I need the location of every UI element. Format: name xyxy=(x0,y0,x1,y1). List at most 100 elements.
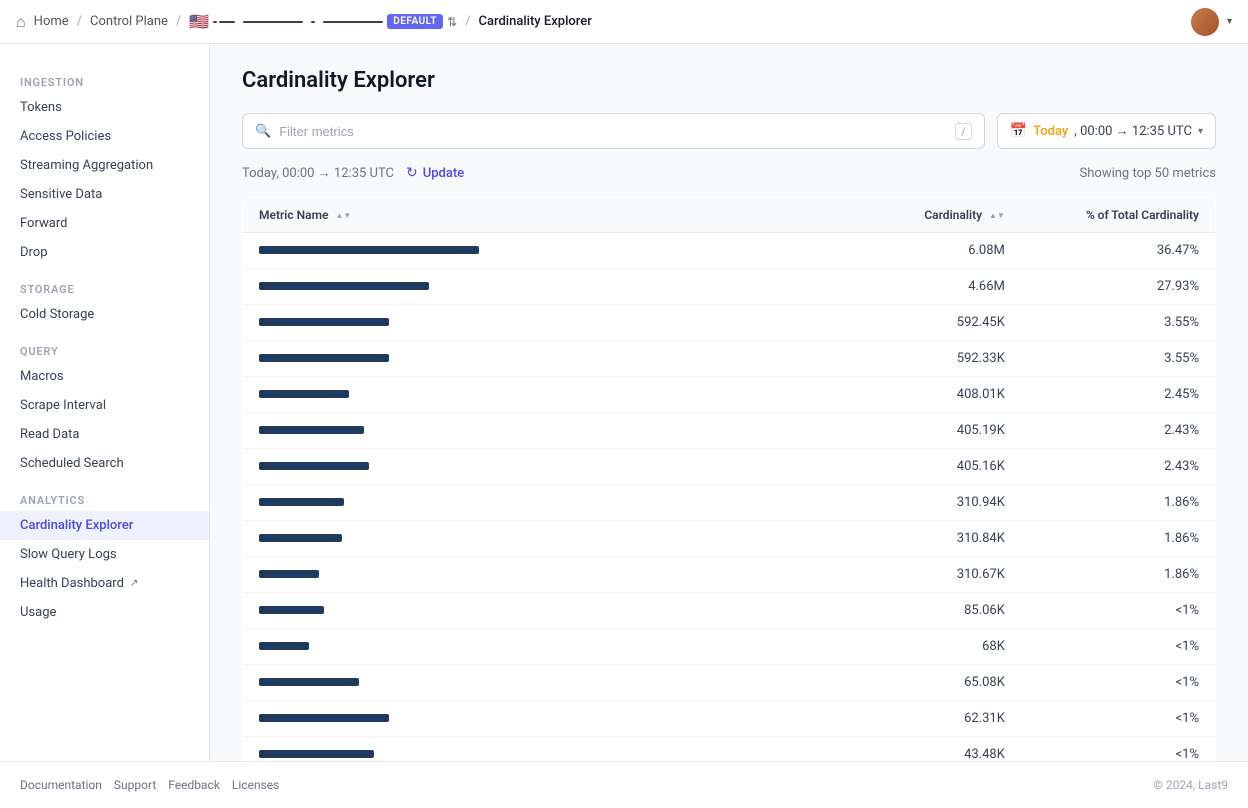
table-row[interactable]: 310.84K1.86% xyxy=(243,521,1216,557)
sidebar-item-read-data[interactable]: Read Data xyxy=(0,420,209,449)
cardinality-cell: 4.66M xyxy=(778,269,1021,305)
table-row[interactable]: 62.31K<1% xyxy=(243,701,1216,737)
footer-feedback[interactable]: Feedback xyxy=(168,778,220,792)
date-range-text: , 00:00 → 12:35 UTC xyxy=(1074,123,1192,139)
cardinality-cell: 592.33K xyxy=(778,341,1021,377)
pct-cell: <1% xyxy=(1021,593,1216,629)
sort-icon-cardinality[interactable]: ▲▼ xyxy=(989,212,1005,220)
metric-bar xyxy=(259,606,324,614)
metric-name-cell xyxy=(243,233,778,269)
col-metric-name[interactable]: Metric Name ▲▼ xyxy=(243,198,778,233)
update-label: Update xyxy=(423,166,464,181)
col-cardinality[interactable]: Cardinality ▲▼ xyxy=(778,198,1021,233)
sidebar-item-slow-query-logs[interactable]: Slow Query Logs xyxy=(0,540,209,569)
table-row[interactable]: 310.67K1.86% xyxy=(243,557,1216,593)
page-title: Cardinality Explorer xyxy=(242,68,1216,93)
home-label[interactable]: Home xyxy=(34,14,69,29)
page-title-breadcrumb: Cardinality Explorer xyxy=(479,14,592,29)
metric-name-cell xyxy=(243,665,778,701)
sidebar-item-usage[interactable]: Usage xyxy=(0,598,209,627)
pct-cell: 3.55% xyxy=(1021,341,1216,377)
user-menu-chevron[interactable]: ▾ xyxy=(1227,16,1232,27)
sidebar-item-drop[interactable]: Drop xyxy=(0,238,209,267)
pct-cell: <1% xyxy=(1021,701,1216,737)
env-chevron[interactable]: ⇅ xyxy=(447,15,457,29)
sidebar-item-tokens[interactable]: Tokens xyxy=(0,93,209,122)
sidebar-item-forward[interactable]: Forward xyxy=(0,209,209,238)
sidebar-item-access-policies[interactable]: Access Policies xyxy=(0,122,209,151)
footer-licenses[interactable]: Licenses xyxy=(232,778,279,792)
table-row[interactable]: 68K<1% xyxy=(243,629,1216,665)
sidebar-item-scheduled-search[interactable]: Scheduled Search xyxy=(0,449,209,478)
topnav-right: ▾ xyxy=(1191,8,1232,36)
pct-cell: 2.43% xyxy=(1021,449,1216,485)
metric-name-cell xyxy=(243,485,778,521)
metric-bar xyxy=(259,282,429,290)
table-row[interactable]: 310.94K1.86% xyxy=(243,485,1216,521)
sidebar-item-sensitive-data[interactable]: Sensitive Data xyxy=(0,180,209,209)
sidebar-item-scrape-interval[interactable]: Scrape Interval xyxy=(0,391,209,420)
pct-cell: 2.45% xyxy=(1021,377,1216,413)
metric-name-cell xyxy=(243,593,778,629)
update-button[interactable]: ↻ Update xyxy=(406,165,464,181)
storage-section-label: STORAGE xyxy=(0,275,209,300)
breadcrumb-sep-2: / xyxy=(176,14,181,29)
footer-documentation[interactable]: Documentation xyxy=(20,778,102,792)
main-content: Cardinality Explorer 🔍 / 📅 Today , 00:00… xyxy=(210,44,1248,761)
home-icon: ⌂ xyxy=(16,12,26,32)
pct-cell: 2.43% xyxy=(1021,413,1216,449)
metric-bar xyxy=(259,642,309,650)
table-row[interactable]: 65.08K<1% xyxy=(243,665,1216,701)
table-row[interactable]: 4.66M27.93% xyxy=(243,269,1216,305)
env-badge: DEFAULT xyxy=(387,14,443,29)
metric-name-cell xyxy=(243,449,778,485)
time-label: Today, 00:00 → 12:35 UTC xyxy=(242,165,394,181)
refresh-icon: ↻ xyxy=(406,165,418,181)
table-row[interactable]: 85.06K<1% xyxy=(243,593,1216,629)
metric-name-cell xyxy=(243,557,778,593)
table-row[interactable]: 592.45K3.55% xyxy=(243,305,1216,341)
cardinality-cell: 592.45K xyxy=(778,305,1021,341)
date-picker[interactable]: 📅 Today , 00:00 → 12:35 UTC ▾ xyxy=(997,113,1216,149)
metric-bar xyxy=(259,462,369,470)
today-text: Today xyxy=(1033,124,1068,139)
pct-cell: 27.93% xyxy=(1021,269,1216,305)
filter-slash: / xyxy=(955,123,972,140)
table-row[interactable]: 405.19K2.43% xyxy=(243,413,1216,449)
env-selector[interactable]: 🇺🇸 DEFAULT ⇅ xyxy=(189,12,457,31)
sidebar-item-cardinality-explorer[interactable]: Cardinality Explorer xyxy=(0,511,209,540)
metric-name-cell xyxy=(243,341,778,377)
metric-name-cell xyxy=(243,413,778,449)
sidebar-item-cold-storage[interactable]: Cold Storage xyxy=(0,300,209,329)
table-row[interactable]: 43.48K<1% xyxy=(243,737,1216,762)
table-row[interactable]: 408.01K2.45% xyxy=(243,377,1216,413)
pct-cell: <1% xyxy=(1021,629,1216,665)
table-header-row: Metric Name ▲▼ Cardinality ▲▼ % of Total… xyxy=(243,198,1216,233)
cardinality-cell: 405.19K xyxy=(778,413,1021,449)
col-pct: % of Total Cardinality xyxy=(1021,198,1216,233)
pct-cell: 1.86% xyxy=(1021,485,1216,521)
sidebar-item-health-dashboard[interactable]: Health Dashboard ↗ xyxy=(0,569,209,598)
cardinality-cell: 6.08M xyxy=(778,233,1021,269)
metric-bar xyxy=(259,678,359,686)
table-row[interactable]: 6.08M36.47% xyxy=(243,233,1216,269)
footer-support[interactable]: Support xyxy=(114,778,156,792)
table-row[interactable]: 405.16K2.43% xyxy=(243,449,1216,485)
pct-cell: 1.86% xyxy=(1021,557,1216,593)
ingestion-section-label: INGESTION xyxy=(0,68,209,93)
sidebar-item-macros[interactable]: Macros xyxy=(0,362,209,391)
time-bar: Today, 00:00 → 12:35 UTC ↻ Update Showin… xyxy=(242,165,1216,181)
filter-input[interactable] xyxy=(279,124,947,139)
sort-icon-metric[interactable]: ▲▼ xyxy=(335,212,351,220)
sidebar-item-streaming-aggregation[interactable]: Streaming Aggregation xyxy=(0,151,209,180)
filter-input-wrap[interactable]: 🔍 / xyxy=(242,113,985,149)
breadcrumb-control-plane[interactable]: Control Plane xyxy=(90,14,168,29)
footer-links: Documentation Support Feedback Licenses xyxy=(20,778,279,792)
cardinality-cell: 310.94K xyxy=(778,485,1021,521)
pct-cell: <1% xyxy=(1021,737,1216,762)
query-section-label: QUERY xyxy=(0,337,209,362)
user-avatar[interactable] xyxy=(1191,8,1219,36)
cardinality-cell: 408.01K xyxy=(778,377,1021,413)
pct-cell: 1.86% xyxy=(1021,521,1216,557)
table-row[interactable]: 592.33K3.55% xyxy=(243,341,1216,377)
